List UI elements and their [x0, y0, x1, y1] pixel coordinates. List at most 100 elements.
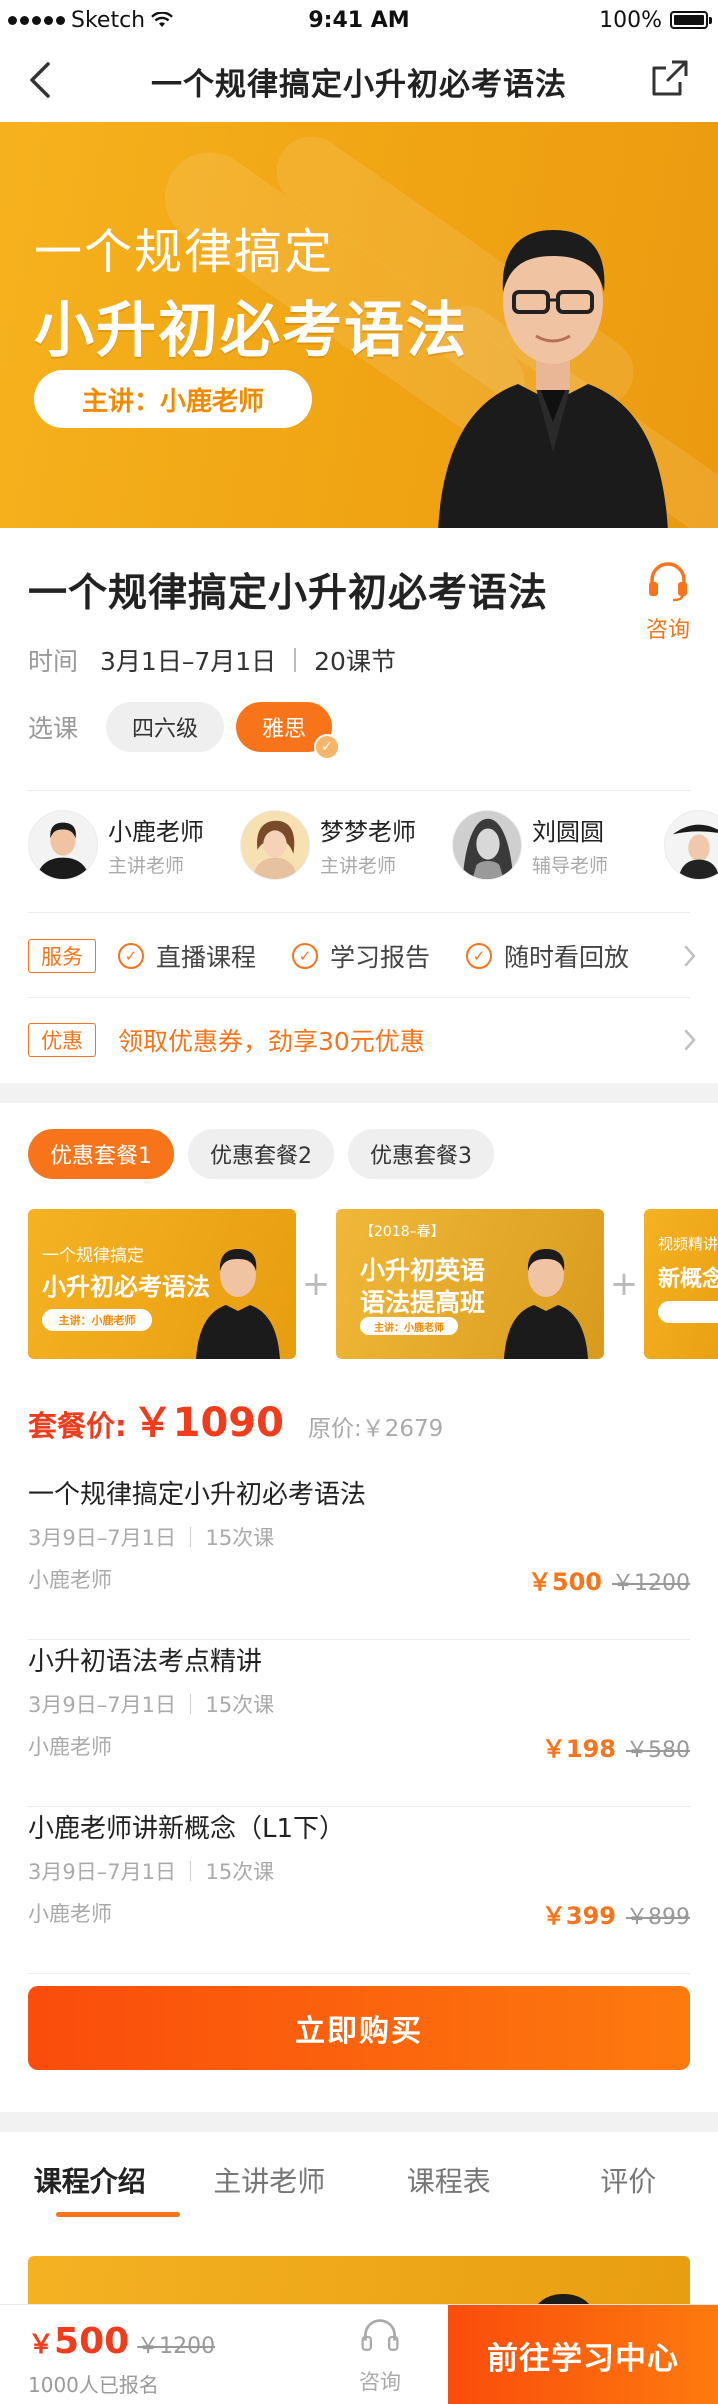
course-item-old-price: ￥1200 [612, 1571, 690, 1596]
course-item-date: 3月9日–7月1日 [28, 1693, 176, 1717]
course-item-teacher: 小鹿老师 [28, 1735, 112, 1759]
package-price-row: 套餐价: ￥1090 原价:￥2679 [28, 1390, 443, 1448]
tab-reviews[interactable]: 评价 [539, 2140, 718, 2220]
bottom-price: ￥ 500 ￥1200 [28, 2321, 215, 2362]
teacher-role: 主讲老师 [108, 855, 185, 877]
option-chip-label: 雅思 [262, 717, 307, 742]
lesson-count: 20课节 [314, 647, 396, 676]
check-icon: ✓ [314, 734, 341, 760]
buy-now-button[interactable]: 立即购买 [28, 1986, 690, 2070]
service-item-label: 直播课程 [156, 943, 257, 972]
teacher-photo [196, 1249, 280, 1359]
meta-divider [294, 648, 297, 672]
service-item: ✓ 学习报告 [292, 938, 430, 974]
course-item-title: 小鹿老师讲新概念（L1下） [28, 1814, 346, 1844]
teacher-card[interactable]: 刘圆圆 辅导老师 [452, 810, 630, 880]
service-item: ✓ 直播课程 [118, 938, 256, 974]
banner-subtitle: 一个规律搞定 [34, 224, 335, 280]
teacher-info: 小鹿老师 主讲老师 [108, 812, 204, 878]
course-detail-page: Sketch 9:41 AM 100% 一个规律搞定小升初必考语法 一个规律搞定… [0, 0, 718, 2404]
chevron-right-icon [684, 1029, 696, 1051]
package-course-item[interactable]: 小升初语法考点精讲 3月9日–7月1日 15次课 小鹿老师 ￥198 ￥580 [28, 1641, 690, 1807]
teacher-card[interactable] [664, 810, 718, 880]
package-course-item[interactable]: 小鹿老师讲新概念（L1下） 3月9日–7月1日 15次课 小鹿老师 ￥399 ￥… [28, 1808, 690, 1974]
package-tab[interactable]: 优惠套餐3 [348, 1129, 494, 1179]
card-title: 新概念 [658, 1267, 718, 1292]
package-tab[interactable]: 优惠套餐2 [188, 1129, 334, 1179]
package-card[interactable]: 视频精讲 新概念 [644, 1209, 718, 1359]
avatar [452, 810, 522, 880]
package-tab[interactable]: 优惠套餐1 [28, 1129, 174, 1179]
tab-schedule[interactable]: 课程表 [359, 2140, 539, 2220]
card-subtitle: 视频精讲 [658, 1235, 718, 1253]
teacher-name: 小鹿老师 [108, 818, 204, 846]
share-icon[interactable] [650, 58, 690, 98]
course-item-current-price: ￥500 [527, 1568, 602, 1596]
consult-button[interactable]: 咨询 [638, 562, 698, 644]
card-tag: 【2018–春】 [360, 1224, 445, 1240]
card-teacher-pill: 主讲：小鹿老师 [360, 1317, 458, 1335]
option-chip-selected[interactable]: 雅思 ✓ [236, 702, 341, 760]
course-item-count: 15次课 [205, 1693, 275, 1717]
bottom-old-price: ￥1200 [137, 2334, 216, 2359]
meta-divider [189, 1694, 192, 1714]
teacher-card[interactable]: 小鹿老师 主讲老师 [28, 810, 206, 880]
detail-tabs: 课程介绍 主讲老师 课程表 评价 [0, 2140, 718, 2220]
card-title: 小升初必考语法 [42, 1273, 210, 1301]
consult-label: 咨询 [645, 618, 690, 643]
divider [28, 1639, 690, 1640]
active-tab-indicator [56, 2212, 180, 2217]
tab-lead-teacher[interactable]: 主讲老师 [180, 2140, 360, 2220]
course-item-count: 15次课 [205, 1526, 275, 1550]
service-item-label: 学习报告 [330, 943, 431, 972]
course-item-title: 一个规律搞定小升初必考语法 [28, 1480, 367, 1510]
enrolled-count: 1000人已报名 [28, 2373, 159, 2397]
card-teacher-pill [658, 1301, 718, 1323]
avatar [664, 810, 718, 880]
divider [28, 1806, 690, 1807]
banner-title: 小升初必考语法 [34, 296, 468, 366]
promo-row[interactable]: 优惠 领取优惠券，劲享30元优惠 [28, 1020, 698, 1060]
tab-course-intro[interactable]: 课程介绍 [0, 2140, 180, 2220]
promo-text: 领取优惠券，劲享30元优惠 [118, 1027, 425, 1056]
teacher-name: 刘圆圆 [532, 818, 604, 846]
headset-icon [649, 562, 687, 602]
course-item-teacher: 小鹿老师 [28, 1902, 112, 1926]
course-item-price: ￥500 ￥1200 [528, 1562, 690, 1597]
package-card[interactable]: 【2018–春】 小升初英语 语法提高班 主讲：小鹿老师 [336, 1209, 604, 1359]
select-label: 选课 [28, 714, 79, 743]
course-item-meta: 3月9日–7月1日 15次课 [28, 1522, 274, 1552]
card-title: 小升初英语 [360, 1256, 486, 1285]
teacher-list: 小鹿老师 主讲老师 梦梦老师 主讲老师 刘圆圆 辅导老师 [28, 810, 718, 880]
service-row[interactable]: 服务 ✓ 直播课程 ✓ 学习报告 ✓ 随时看回放 [28, 936, 698, 976]
option-chip[interactable]: 四六级 [106, 702, 225, 752]
teacher-role: 辅导老师 [532, 855, 609, 877]
time-value: 3月1日–7月1日 [100, 647, 277, 676]
service-item-label: 随时看回放 [504, 943, 630, 972]
package-cards: 一个规律搞定 小升初必考语法 主讲：小鹿老师 + 【2018–春】 小升初英语 … [28, 1209, 718, 1359]
bottom-consult-button[interactable]: 咨询 [340, 2317, 420, 2396]
bottom-action-bar: ￥ 500 ￥1200 1000人已报名 咨询 前往学习中心 [0, 2304, 718, 2404]
teacher-card[interactable]: 梦梦老师 主讲老师 [240, 810, 418, 880]
course-item-teacher: 小鹿老师 [28, 1568, 112, 1592]
course-item-count: 15次课 [205, 1860, 275, 1884]
course-item-current-price: ￥198 [541, 1735, 616, 1763]
status-bar: Sketch 9:41 AM 100% [0, 0, 718, 40]
page-title: 一个规律搞定小升初必考语法 [151, 66, 567, 103]
package-card[interactable]: 一个规律搞定 小升初必考语法 主讲：小鹿老师 [28, 1209, 296, 1359]
nav-bar: 一个规律搞定小升初必考语法 [0, 40, 718, 122]
course-item-old-price: ￥899 [626, 1905, 690, 1930]
service-item: ✓ 随时看回放 [466, 938, 629, 974]
headset-icon [361, 2319, 399, 2351]
card-title: 语法提高班 [360, 1288, 486, 1317]
battery-icon [670, 11, 712, 29]
package-course-item[interactable]: 一个规律搞定小升初必考语法 3月9日–7月1日 15次课 小鹿老师 ￥500 ￥… [28, 1474, 690, 1640]
course-item-current-price: ￥399 [541, 1902, 616, 1930]
promo-tag: 优惠 [28, 1023, 96, 1057]
go-to-learning-center-button[interactable]: 前往学习中心 [448, 2305, 718, 2404]
chevron-left-icon[interactable] [24, 60, 60, 100]
teacher-name: 梦梦老师 [320, 818, 416, 846]
card-teacher-pill: 主讲：小鹿老师 [42, 1309, 152, 1331]
bottom-current-price: 500 [54, 2321, 130, 2362]
course-item-title: 小升初语法考点精讲 [28, 1647, 263, 1677]
